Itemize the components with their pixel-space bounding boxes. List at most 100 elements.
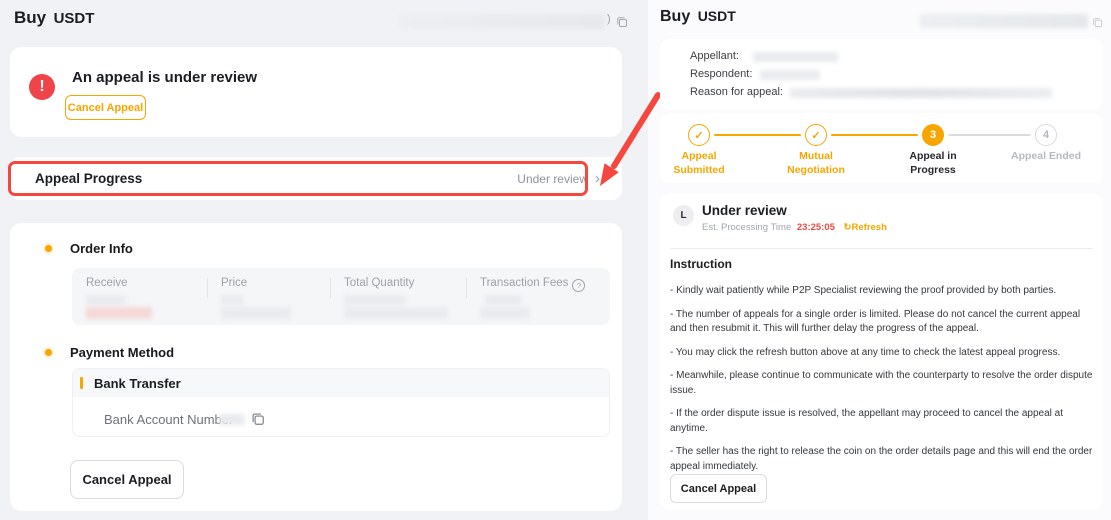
step-label-line2: Progress: [910, 164, 956, 176]
receive-value-redacted: [86, 295, 126, 305]
accent-bar: [80, 377, 83, 389]
step-4-circle: 4: [1035, 124, 1057, 146]
instruction-bullet: - You may click the refresh button above…: [670, 346, 1094, 361]
processing-time-value: 23:25:05: [797, 222, 835, 233]
appeal-progress-row[interactable]: Appeal Progress Under review ›: [10, 157, 622, 200]
respondent-label: Respondent:: [690, 68, 752, 80]
cancel-appeal-button[interactable]: Cancel Appeal: [670, 474, 767, 503]
order-details-card: Order Info Receive Price Total Quantity …: [10, 223, 622, 511]
total-quantity-value-redacted: [344, 307, 448, 319]
respondent-value-redacted: [760, 70, 820, 80]
left-order-id-redacted: [400, 14, 605, 29]
stepper-connector-dashed: [948, 134, 1031, 136]
step-label-line1: Appeal in: [909, 150, 956, 162]
appeal-parties-card: Appellant: Respondent: Reason for appeal…: [660, 39, 1103, 110]
column-divider: [466, 278, 467, 298]
col-price-label: Price: [221, 277, 247, 289]
step-label-line1: Appeal Ended: [1011, 150, 1081, 162]
payment-method-bullet-icon: [45, 349, 52, 356]
appeal-status-card: L Under review Est. Processing Time 23:2…: [660, 193, 1103, 510]
order-info-box: Receive Price Total Quantity Transaction…: [72, 268, 610, 325]
processing-time-row: Est. Processing Time 23:25:05 ↻Refresh: [702, 222, 887, 233]
right-page-title: Buy USDT: [660, 8, 736, 26]
appellant-value-redacted: [753, 52, 838, 62]
bank-account-number-label: Bank Account Number: [104, 412, 233, 427]
check-icon: ✓: [811, 129, 820, 142]
col-transaction-fees-label: Transaction Fees?: [480, 277, 585, 292]
appeal-progress-status: Under review: [517, 172, 588, 186]
step-3-label: Appeal in Progress: [883, 149, 983, 177]
price-value-redacted: [221, 307, 291, 319]
step-number: 4: [1043, 129, 1049, 141]
bank-transfer-label: Bank Transfer: [94, 376, 181, 391]
transaction-fees-value-redacted: [485, 295, 521, 305]
alert-icon: !: [29, 74, 55, 100]
left-page-title: Buy USDT: [14, 8, 94, 28]
chevron-right-icon[interactable]: ›: [595, 171, 600, 186]
order-info-bullet-icon: [45, 245, 52, 252]
right-title-asset: USDT: [698, 8, 736, 24]
alert-cancel-appeal-button[interactable]: Cancel Appeal: [65, 95, 146, 120]
copy-icon[interactable]: [616, 15, 628, 33]
step-number: 3: [930, 129, 936, 141]
total-quantity-value-redacted: [344, 295, 406, 305]
instruction-bullet: - Meanwhile, please continue to communic…: [670, 369, 1094, 398]
refresh-icon: ↻: [844, 222, 852, 233]
instruction-heading: Instruction: [670, 257, 732, 271]
instruction-bullet: - Kindly wait patiently while P2P Specia…: [670, 284, 1094, 299]
stepper-connector: [831, 134, 918, 136]
refresh-button[interactable]: ↻Refresh: [844, 222, 887, 233]
alert-exclamation: !: [39, 78, 44, 96]
instruction-bullet: - The seller has the right to release th…: [670, 445, 1094, 474]
under-review-heading: Under review: [702, 203, 787, 218]
step-1-label: Appeal Submitted: [649, 149, 749, 177]
step-3-circle: 3: [922, 124, 944, 146]
step-4-label: Appeal Ended: [996, 149, 1096, 163]
step-label-line2: Submitted: [673, 164, 724, 176]
alert-heading: An appeal is under review: [72, 69, 257, 86]
left-title-asset: USDT: [54, 10, 95, 27]
transaction-fees-value-redacted: [480, 307, 530, 319]
reason-for-appeal-label: Reason for appeal:: [690, 86, 783, 98]
bank-transfer-header: Bank Transfer: [73, 369, 609, 397]
price-value-redacted: [221, 295, 243, 305]
appeal-alert-card: ! An appeal is under review Cancel Appea…: [10, 47, 622, 137]
est-processing-time-label: Est. Processing Time: [702, 222, 791, 233]
refresh-label: Refresh: [852, 222, 887, 233]
bank-account-number-redacted: [219, 414, 245, 425]
check-icon: ✓: [694, 129, 703, 142]
instruction-bullet: - If the order dispute issue is resolved…: [670, 407, 1094, 436]
instruction-bullet: - The number of appeals for a single ord…: [670, 308, 1094, 337]
help-icon[interactable]: ?: [572, 279, 585, 292]
step-1-circle: ✓: [688, 124, 710, 146]
p2p-appeal-page: Buy USDT ) ! An appeal is under review C…: [0, 0, 1111, 520]
payment-method-heading: Payment Method: [70, 345, 174, 360]
col-receive-label: Receive: [86, 277, 128, 289]
right-title-buy: Buy: [660, 8, 690, 25]
col-total-quantity-label: Total Quantity: [344, 277, 414, 289]
left-title-buy: Buy: [14, 8, 46, 27]
appeal-progress-status-wrap: Under review ›: [517, 171, 600, 186]
reason-value-redacted: [790, 88, 1052, 98]
column-divider: [330, 278, 331, 298]
step-2-label: Mutual Negotiation: [766, 149, 866, 177]
step-label-line1: Appeal: [681, 150, 716, 162]
left-order-id-paren: ): [607, 13, 611, 25]
cancel-appeal-button[interactable]: Cancel Appeal: [70, 460, 184, 499]
column-divider: [207, 278, 208, 298]
transaction-fees-text: Transaction Fees: [480, 277, 568, 289]
stepper-connector: [714, 134, 801, 136]
step-label-line2: Negotiation: [787, 164, 845, 176]
receive-value-redacted: [86, 307, 152, 319]
avatar: L: [673, 205, 694, 226]
copy-icon[interactable]: [1092, 15, 1103, 33]
appellant-label: Appellant:: [690, 50, 739, 62]
step-label-line1: Mutual: [799, 150, 833, 162]
instruction-list: - Kindly wait patiently while P2P Specia…: [670, 284, 1094, 483]
appeal-progress-label: Appeal Progress: [35, 171, 142, 186]
appeal-stepper-card: ✓ ✓ 3 4 Appeal Submitted Mutual Negotiatio…: [660, 113, 1103, 183]
avatar-letter: L: [680, 210, 686, 221]
copy-icon[interactable]: [251, 412, 265, 431]
order-info-heading: Order Info: [70, 241, 133, 256]
step-2-circle: ✓: [805, 124, 827, 146]
